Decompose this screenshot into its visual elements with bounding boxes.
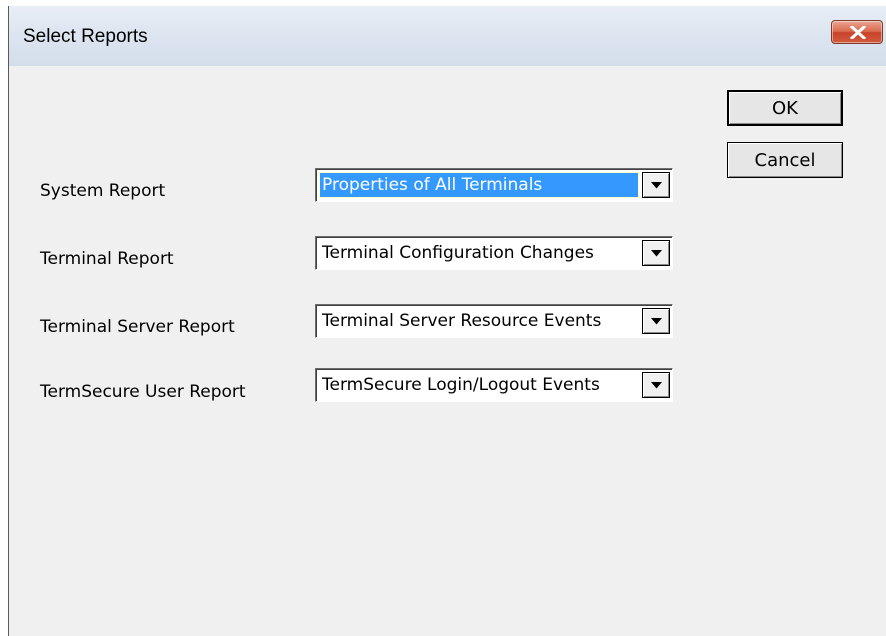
terminal-report-label: Terminal Report [40,249,174,269]
system-report-label: System Report [40,181,166,201]
ok-button[interactable]: OK [727,90,843,126]
system-report-value: Properties of All Terminals [319,172,639,198]
terminal-server-report-dropdown[interactable]: Terminal Server Resource Events [315,304,673,338]
system-report-dropdown-button[interactable] [642,172,670,198]
chevron-down-icon [651,250,662,257]
terminal-server-report-label: Terminal Server Report [40,317,235,337]
terminal-report-dropdown[interactable]: Terminal Configuration Changes [315,236,673,270]
close-icon [850,26,866,39]
termsecure-user-report-label: TermSecure User Report [40,382,246,402]
window-title: Select Reports [23,26,148,47]
chevron-down-icon [651,182,662,189]
dialog-content: OK Cancel System Report Properties of Al… [9,66,886,636]
terminal-server-report-dropdown-button[interactable] [642,308,670,334]
terminal-report-value: Terminal Configuration Changes [322,243,594,263]
system-report-dropdown[interactable]: Properties of All Terminals [315,168,673,202]
cancel-button[interactable]: Cancel [727,142,843,178]
termsecure-user-report-dropdown-button[interactable] [642,372,670,398]
title-bar[interactable]: Select Reports [9,6,886,66]
terminal-server-report-value: Terminal Server Resource Events [322,311,602,331]
close-button[interactable] [831,20,883,44]
termsecure-user-report-value: TermSecure Login/Logout Events [322,375,600,395]
chevron-down-icon [651,318,662,325]
termsecure-user-report-dropdown[interactable]: TermSecure Login/Logout Events [315,368,673,402]
terminal-report-dropdown-button[interactable] [642,240,670,266]
chevron-down-icon [651,382,662,389]
select-reports-dialog: Select Reports OK Cancel System Report P… [8,6,886,636]
